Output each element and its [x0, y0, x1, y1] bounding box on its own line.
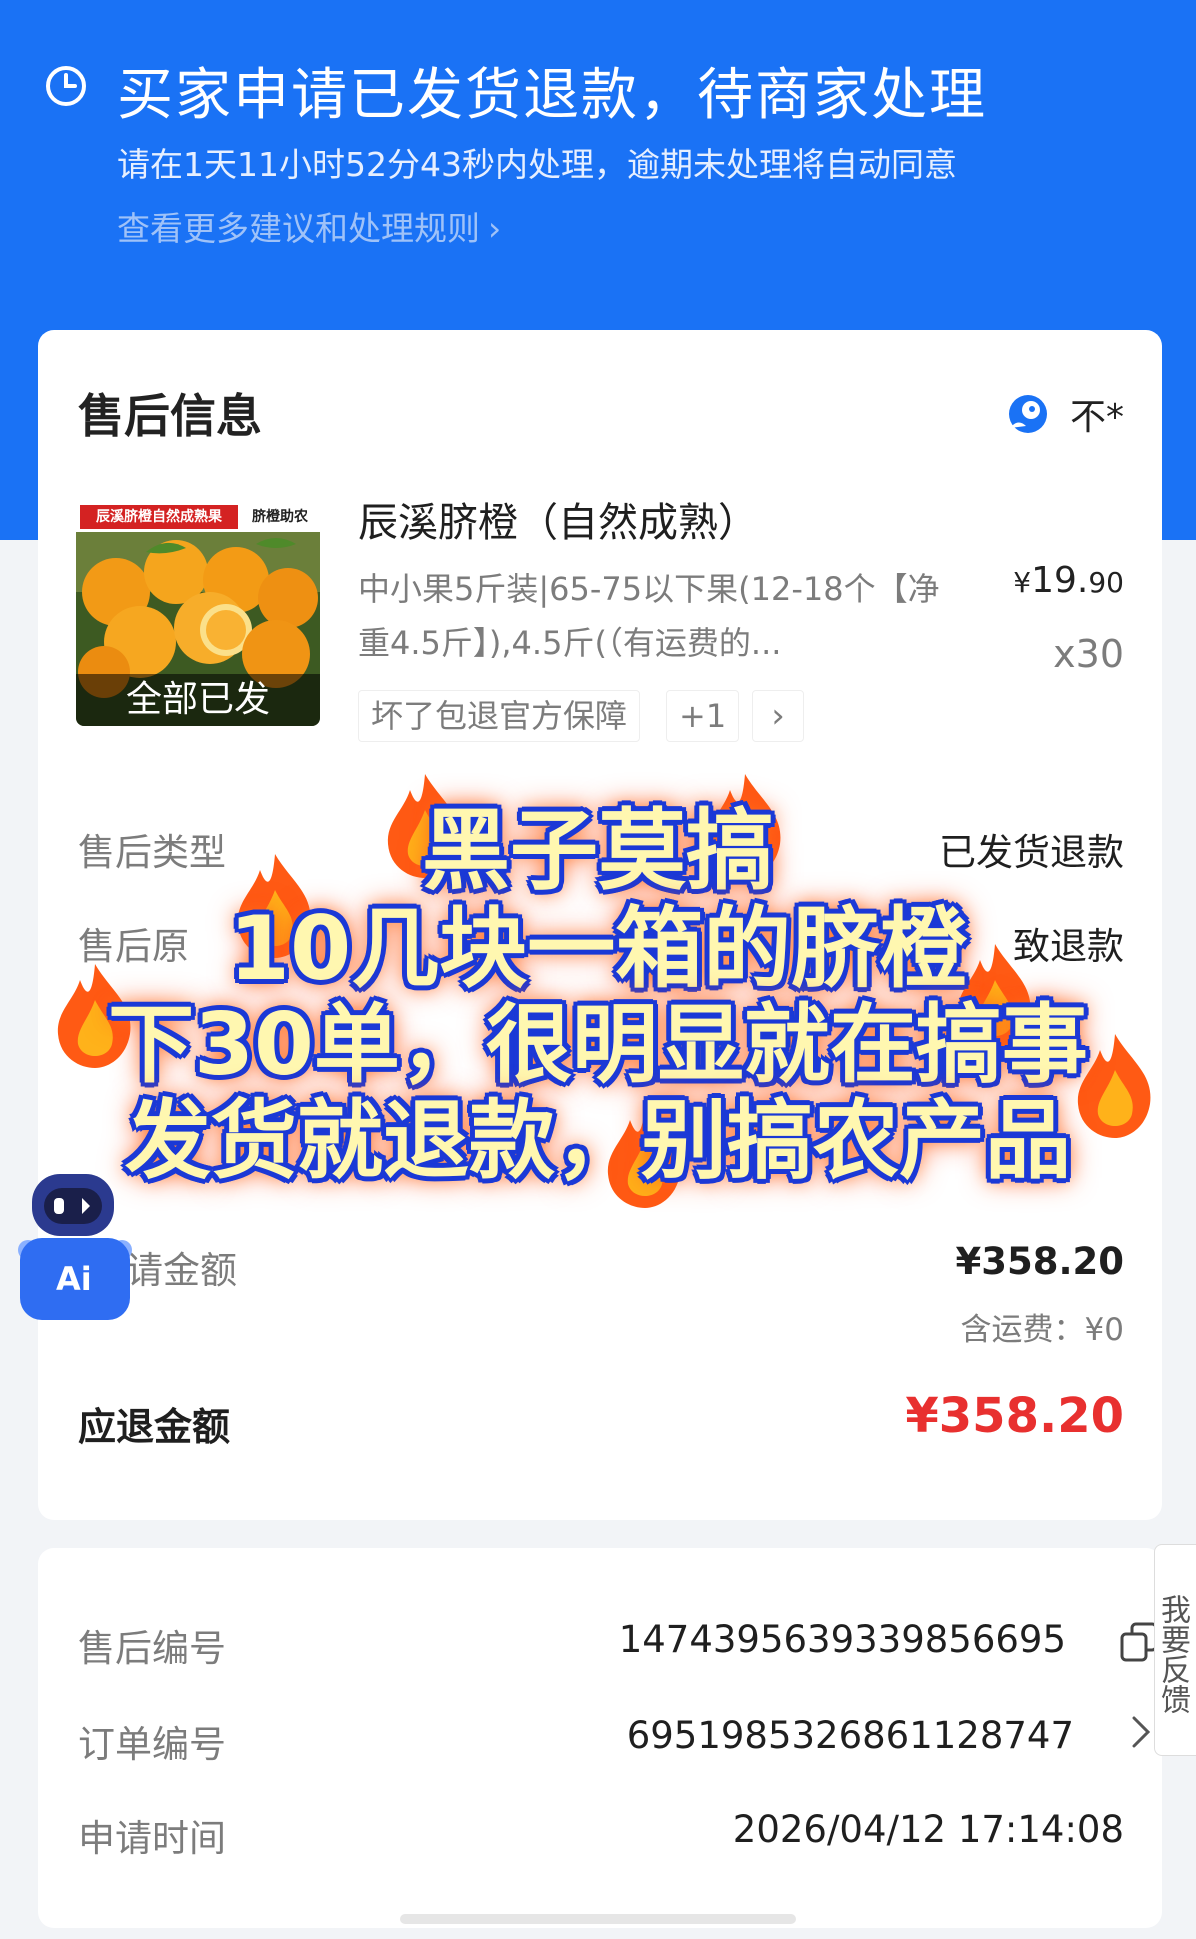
guarantee-tag[interactable]: 坏了包退官方保障: [358, 690, 641, 742]
apply-amount-label: 请金额: [126, 1249, 237, 1292]
aftersale-id-label: 售后编号: [78, 1627, 226, 1670]
home-indicator: [400, 1914, 796, 1924]
ai-assistant-button[interactable]: Ai: [18, 1160, 132, 1322]
aftersale-id-value: 1474395639339856695: [618, 1618, 1066, 1661]
chevron-right-icon[interactable]: [1130, 1714, 1152, 1750]
order-info-card: 售后编号 1474395639339856695 订单编号 6951985326…: [38, 1548, 1162, 1928]
price-dec: 90: [1088, 566, 1124, 599]
apply-amount-value: ¥358.20: [955, 1240, 1124, 1283]
chevron-right-icon[interactable]: ›: [752, 690, 804, 742]
thumb-banner-right: 脐橙助农: [252, 509, 308, 525]
deadline-text: 请在1天11小时52分43秒内处理，逾期未处理将自动同意: [117, 145, 957, 184]
product-thumbnail[interactable]: 辰溪脐橙自然成熟果 脐橙助农 全部已发: [76, 502, 320, 726]
thumb-banner-left: 辰溪脐橙自然成熟果: [80, 505, 238, 529]
apply-time-label: 申请时间: [78, 1817, 226, 1860]
product-price: ¥19.90: [1013, 560, 1124, 601]
shipping-fee-note: 含运费：¥0: [960, 1312, 1124, 1348]
section-title: 售后信息: [78, 389, 262, 443]
rules-link-label: 查看更多建议和处理规则: [117, 209, 480, 248]
seller-avatar-icon[interactable]: [1004, 392, 1052, 436]
order-id-label: 订单编号: [78, 1723, 226, 1766]
guarantee-more-badge[interactable]: +1: [666, 690, 740, 742]
seller-name[interactable]: 不*: [1070, 388, 1124, 440]
price-currency: ¥: [1013, 566, 1032, 599]
refund-amount: ¥358.20: [905, 1388, 1124, 1444]
feedback-tab[interactable]: 我要反馈: [1154, 1544, 1196, 1756]
chevron-right-icon: ›: [488, 209, 502, 248]
thumb-label: 全部已发: [76, 674, 320, 726]
refund-label: 应退金额: [78, 1405, 231, 1449]
clock-icon: [46, 66, 86, 106]
thumb-banner: 辰溪脐橙自然成熟果 脐橙助农: [76, 502, 320, 532]
ai-label: Ai: [56, 1260, 92, 1298]
price-int: 19.: [1031, 560, 1089, 601]
order-id-value[interactable]: 6951985326861128747: [627, 1714, 1074, 1757]
product-spec: 中小果5斤装|65-75以下果(12-18个【净重4.5斤】),4.5斤(（有运…: [358, 570, 940, 662]
product-name[interactable]: 辰溪脐橙（自然成熟）: [358, 490, 758, 548]
overlay-caption-line4: 发货就退款，别搞农产品: [125, 1091, 1071, 1191]
rules-link[interactable]: 查看更多建议和处理规则 ›: [117, 202, 501, 250]
status-title: 买家申请已发货退款，待商家处理: [117, 63, 987, 128]
apply-time-value: 2026/04/12 17:14:08: [732, 1808, 1124, 1851]
product-quantity: x30: [1053, 632, 1124, 676]
